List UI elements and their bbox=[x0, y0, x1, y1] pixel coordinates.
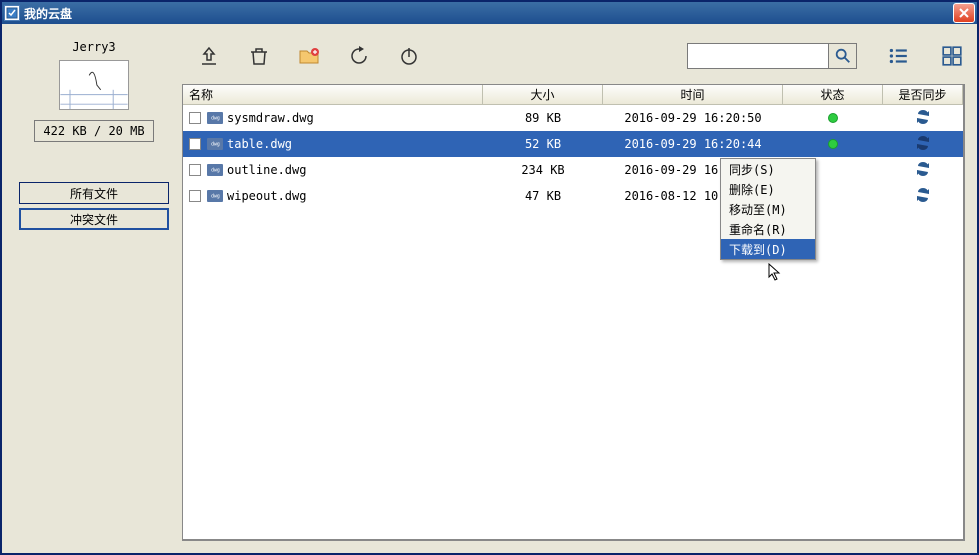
sidebar-btn-label: 所有文件 bbox=[70, 185, 118, 202]
table-row[interactable]: wipeout.dwg 47 KB 2016-08-12 10:54:09 bbox=[183, 183, 963, 209]
storage-usage: 422 KB / 20 MB bbox=[34, 120, 153, 142]
search-button[interactable] bbox=[828, 44, 856, 68]
toolbar bbox=[182, 36, 965, 76]
main-panel: 名称 大小 时间 状态 是否同步 sysmdraw.dwg 89 KB 2016… bbox=[182, 36, 965, 541]
menu-item-label: 下载到(D) bbox=[729, 241, 787, 258]
status-dot-icon bbox=[828, 113, 838, 123]
table-row[interactable]: sysmdraw.dwg 89 KB 2016-09-29 16:20:50 bbox=[183, 105, 963, 131]
col-header-name[interactable]: 名称 bbox=[183, 85, 483, 104]
file-icon bbox=[207, 164, 223, 176]
file-name: outline.dwg bbox=[227, 163, 306, 177]
file-name: table.dwg bbox=[227, 137, 292, 151]
app-icon bbox=[4, 5, 20, 21]
file-name: sysmdraw.dwg bbox=[227, 111, 314, 125]
menu-item-label: 重命名(R) bbox=[729, 221, 787, 238]
menu-item-delete[interactable]: 删除(E) bbox=[721, 179, 815, 199]
cursor-icon bbox=[768, 263, 784, 286]
menu-item-move-to[interactable]: 移动至(M) bbox=[721, 199, 815, 219]
delete-button[interactable] bbox=[244, 41, 274, 71]
menu-item-label: 同步(S) bbox=[729, 161, 775, 178]
file-icon bbox=[207, 138, 223, 150]
file-name: wipeout.dwg bbox=[227, 189, 306, 203]
window: 我的云盘 Jerry3 422 KB / 20 MB 所有文件 冲突文件 bbox=[0, 0, 979, 555]
grid-view-button[interactable] bbox=[939, 43, 965, 69]
file-size: 234 KB bbox=[521, 163, 564, 177]
col-header-time[interactable]: 时间 bbox=[603, 85, 783, 104]
sidebar: Jerry3 422 KB / 20 MB 所有文件 冲突文件 bbox=[14, 36, 174, 541]
sidebar-btn-conflict-files[interactable]: 冲突文件 bbox=[19, 208, 169, 230]
file-time: 2016-09-29 16:20:44 bbox=[624, 137, 761, 151]
file-icon bbox=[207, 112, 223, 124]
upload-button[interactable] bbox=[194, 41, 224, 71]
menu-item-label: 移动至(M) bbox=[729, 201, 787, 218]
col-header-sync[interactable]: 是否同步 bbox=[883, 85, 963, 104]
sync-icon[interactable] bbox=[915, 110, 931, 127]
preview-thumbnail bbox=[59, 60, 129, 110]
file-time: 2016-09-29 16:20:50 bbox=[624, 111, 761, 125]
status-dot-icon bbox=[828, 139, 838, 149]
row-checkbox[interactable] bbox=[189, 112, 201, 124]
menu-item-download-to[interactable]: 下载到(D) bbox=[721, 239, 815, 259]
table-header: 名称 大小 时间 状态 是否同步 bbox=[183, 85, 963, 105]
row-checkbox[interactable] bbox=[189, 164, 201, 176]
file-size: 89 KB bbox=[525, 111, 561, 125]
refresh-button[interactable] bbox=[344, 41, 374, 71]
window-title: 我的云盘 bbox=[24, 5, 953, 22]
list-view-button[interactable] bbox=[885, 43, 911, 69]
username-label: Jerry3 bbox=[72, 40, 115, 54]
sync-icon[interactable] bbox=[915, 162, 931, 179]
menu-item-label: 删除(E) bbox=[729, 181, 775, 198]
table-row[interactable]: table.dwg 52 KB 2016-09-29 16:20:44 bbox=[183, 131, 963, 157]
file-size: 52 KB bbox=[525, 137, 561, 151]
sidebar-btn-label: 冲突文件 bbox=[70, 211, 118, 228]
titlebar: 我的云盘 bbox=[2, 2, 977, 24]
menu-item-sync[interactable]: 同步(S) bbox=[721, 159, 815, 179]
col-header-size[interactable]: 大小 bbox=[483, 85, 603, 104]
close-button[interactable] bbox=[953, 3, 975, 23]
row-checkbox[interactable] bbox=[189, 138, 201, 150]
search-wrap bbox=[687, 43, 857, 69]
table-row[interactable]: outline.dwg 234 KB 2016-09-29 16:20:38 bbox=[183, 157, 963, 183]
search-input[interactable] bbox=[688, 44, 828, 68]
context-menu: 同步(S) 删除(E) 移动至(M) 重命名(R) 下载到(D) bbox=[720, 158, 816, 260]
row-checkbox[interactable] bbox=[189, 190, 201, 202]
power-button[interactable] bbox=[394, 41, 424, 71]
file-size: 47 KB bbox=[525, 189, 561, 203]
menu-item-rename[interactable]: 重命名(R) bbox=[721, 219, 815, 239]
content-area: Jerry3 422 KB / 20 MB 所有文件 冲突文件 bbox=[2, 24, 977, 553]
file-icon bbox=[207, 190, 223, 202]
sync-icon[interactable] bbox=[915, 136, 931, 153]
new-folder-button[interactable] bbox=[294, 41, 324, 71]
file-table: 名称 大小 时间 状态 是否同步 sysmdraw.dwg 89 KB 2016… bbox=[182, 84, 965, 541]
col-header-status[interactable]: 状态 bbox=[783, 85, 883, 104]
sync-icon[interactable] bbox=[915, 188, 931, 205]
sidebar-btn-all-files[interactable]: 所有文件 bbox=[19, 182, 169, 204]
